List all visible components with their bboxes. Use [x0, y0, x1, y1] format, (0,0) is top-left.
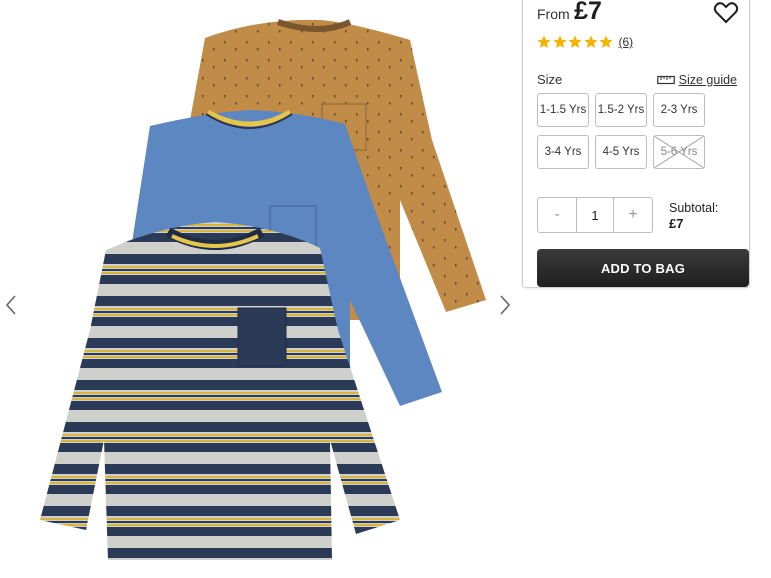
- subtotal: Subtotal: £7: [669, 200, 718, 232]
- star-icon: [568, 35, 582, 48]
- product-gallery: [0, 0, 520, 578]
- star-icon: [553, 35, 566, 48]
- quantity-input[interactable]: [576, 198, 614, 232]
- quantity-decrement-button[interactable]: -: [538, 198, 576, 232]
- review-count-link[interactable]: (6): [619, 35, 634, 49]
- heart-icon: [713, 2, 739, 24]
- size-option-1-1.5[interactable]: 1-1.5 Yrs: [537, 93, 589, 127]
- subtotal-label: Subtotal:: [669, 201, 719, 215]
- rating: (6): [537, 35, 633, 49]
- size-option-3-4[interactable]: 3-4 Yrs: [537, 135, 589, 169]
- wishlist-button[interactable]: [713, 1, 739, 25]
- price: From £7: [537, 0, 602, 26]
- previous-image-arrow[interactable]: [2, 290, 22, 320]
- chevron-right-icon: [500, 295, 511, 315]
- star-icon: [537, 35, 551, 48]
- size-option-1.5-2[interactable]: 1.5-2 Yrs: [595, 93, 647, 127]
- chevron-left-icon: [5, 295, 16, 315]
- quantity-stepper: - +: [537, 197, 653, 233]
- size-label: Size: [537, 72, 563, 87]
- size-option-4-5[interactable]: 4-5 Yrs: [595, 135, 647, 169]
- purchase-panel: From £7 (6) Size Size guide 1-1.5 Yrs 1.…: [522, 0, 750, 288]
- quantity-increment-button[interactable]: +: [614, 198, 652, 232]
- price-value: £7: [574, 0, 602, 25]
- size-option-2-3[interactable]: 2-3 Yrs: [653, 93, 705, 127]
- price-prefix: From: [537, 6, 570, 22]
- next-image-arrow[interactable]: [494, 290, 514, 320]
- star-icon: [584, 35, 597, 48]
- unavailable-cross: [654, 136, 704, 168]
- ruler-icon: [656, 75, 675, 85]
- size-option-5-6-unavailable[interactable]: 5-6 Yrs: [653, 135, 705, 169]
- subtotal-value: £7: [669, 216, 684, 231]
- size-guide-label: Size guide: [678, 73, 737, 87]
- star-icon: [599, 35, 613, 48]
- add-to-bag-button[interactable]: ADD TO BAG: [537, 249, 749, 287]
- product-image: [40, 19, 486, 560]
- size-guide-link[interactable]: Size guide: [656, 73, 737, 87]
